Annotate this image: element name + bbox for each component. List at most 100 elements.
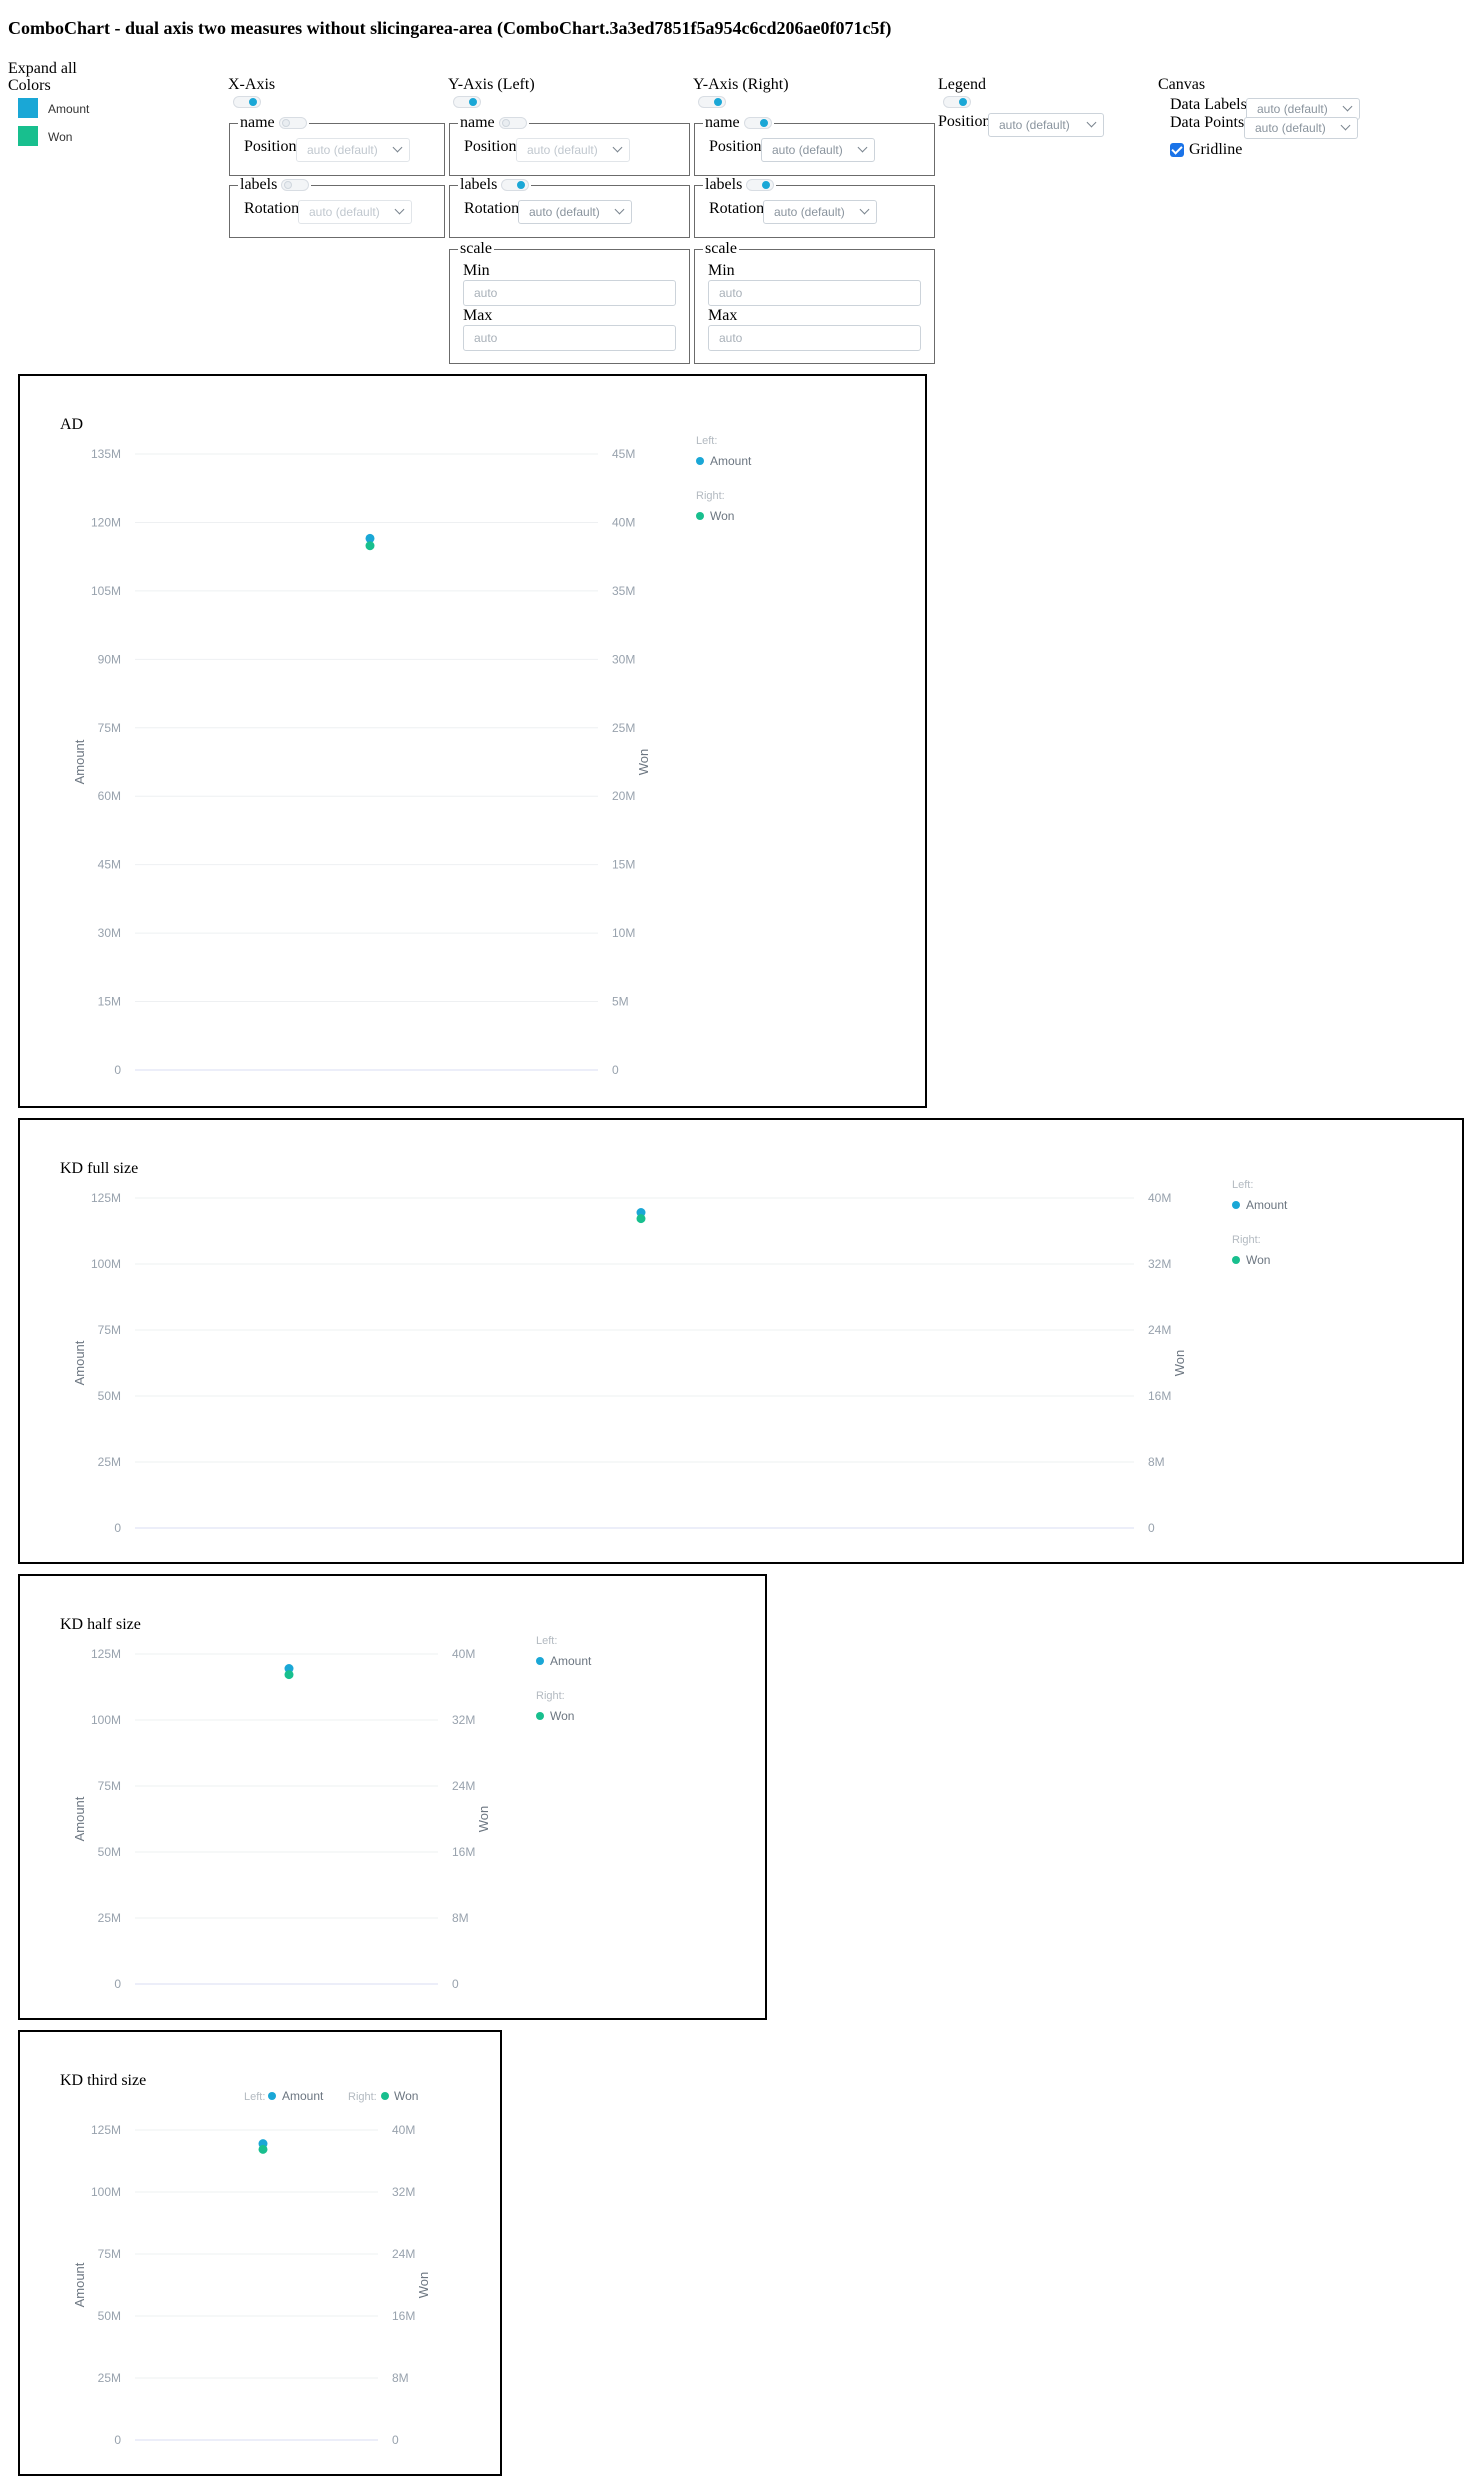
y-right-tick-label: 32M [392, 2185, 415, 2199]
legend-marker-amount [268, 2092, 276, 2100]
legend-toggle[interactable] [943, 96, 971, 108]
y-right-name-toggle[interactable] [743, 117, 772, 129]
y-right-tick-label: 8M [452, 1911, 469, 1925]
x-axis-toggle[interactable] [233, 96, 261, 108]
legend-right-heading: Right: [348, 2091, 377, 2103]
y-right-tick-label: 8M [392, 2371, 409, 2385]
legend-marker-won [381, 2092, 389, 2100]
legend-marker-won [1232, 1256, 1240, 1264]
legend-item-amount[interactable]: Amount [1246, 1198, 1288, 1212]
expand-all-button[interactable]: Expand all [8, 60, 77, 78]
legend-left-heading: Left: [1232, 1179, 1253, 1191]
y-left-tick-label: 100M [91, 1257, 121, 1271]
y-left-tick-label: 0 [114, 1977, 121, 1991]
chart-panel-ad: AD 0 0 15M 5M 30M 10M 45M 15M 60M 20M 75M 25M 90M 30M… [18, 374, 927, 1108]
legend-item-amount[interactable]: Amount [710, 454, 752, 468]
y-left-tick-label: 125M [91, 2123, 121, 2137]
y-left-tick-label: 15M [98, 995, 121, 1009]
y-left-toggle[interactable] [453, 96, 481, 108]
x-axis-labels-label: labels [240, 176, 278, 193]
legend-right-heading: Right: [696, 490, 725, 502]
colors-label: Colors [8, 77, 51, 94]
y-left-tick-label: 100M [91, 1713, 121, 1727]
y-left-title: Y-Axis (Left) [448, 76, 535, 93]
y-right-tick-label: 5M [612, 995, 629, 1009]
x-axis-position-select[interactable]: auto (default) [296, 138, 410, 162]
y-left-tick-label: 125M [91, 1647, 121, 1661]
legend-item-won[interactable]: Won [550, 1709, 574, 1723]
y-left-name-label: name [460, 114, 495, 131]
page-title: ComboChart - dual axis two measures with… [8, 18, 892, 38]
legend-item-won[interactable]: Won [710, 509, 734, 523]
y-left-name-toggle[interactable] [498, 117, 527, 129]
data-points-select[interactable]: auto (default) [1244, 117, 1358, 139]
y-right-min-input[interactable]: auto [708, 280, 921, 306]
y-left-tick-label: 60M [98, 789, 121, 803]
x-axis-name-toggle[interactable] [278, 117, 307, 129]
y-right-min-label: Min [708, 262, 735, 279]
y-left-tick-label: 25M [98, 1455, 121, 1469]
legend-item-amount[interactable]: Amount [282, 2089, 324, 2103]
chart-ad: 0 0 15M 5M 30M 10M 45M 15M 60M 20M 75M 25M 90M 30M 105… [72, 435, 752, 1077]
y-left-tick-label: 75M [98, 2247, 121, 2261]
y-right-tick-label: 8M [1148, 1455, 1165, 1469]
y-left-tick-label: 30M [98, 926, 121, 940]
y-right-tick-label: 16M [452, 1845, 475, 1859]
y-left-max-input[interactable]: auto [463, 325, 676, 351]
y-left-tick-label: 25M [98, 1911, 121, 1925]
data-point-won[interactable] [258, 2144, 268, 2154]
legend-item-amount[interactable]: Amount [550, 1654, 592, 1668]
gridline-label: Gridline [1189, 141, 1243, 158]
legend-marker-amount [1232, 1201, 1240, 1209]
y-right-axis-title: Won [636, 749, 651, 776]
y-right-tick-label: 45M [612, 447, 635, 461]
legend-left-heading: Left: [696, 435, 717, 447]
y-left-axis-title: Amount [72, 739, 87, 784]
y-left-min-label: Min [463, 262, 490, 279]
data-point-won[interactable] [284, 1670, 294, 1680]
y-left-position-select[interactable]: auto (default) [516, 138, 630, 162]
y-right-tick-label: 15M [612, 858, 635, 872]
y-right-tick-label: 0 [452, 1977, 459, 1991]
legend-position-select[interactable]: auto (default) [988, 113, 1104, 137]
legend-right-heading: Right: [536, 1690, 565, 1702]
data-point-won[interactable] [636, 1214, 646, 1224]
y-left-tick-label: 100M [91, 2185, 121, 2199]
y-right-tick-label: 24M [1148, 1323, 1171, 1337]
x-axis-rotation-select[interactable]: auto (default) [298, 200, 412, 224]
y-left-tick-label: 0 [114, 1063, 121, 1077]
x-axis-labels-toggle[interactable] [281, 179, 310, 191]
y-right-labels-label: labels [705, 176, 743, 193]
y-right-name-label: name [705, 114, 740, 131]
legend-item-won[interactable]: Won [394, 2089, 418, 2103]
y-left-rotation-select[interactable]: auto (default) [518, 200, 632, 224]
y-left-rotation-label: Rotation [464, 200, 520, 217]
chart-kd-third: 0 0 25M 8M 50M 16M 75M 24M 100M 32M 125M 40M Amount W… [72, 2089, 431, 2447]
y-right-max-input[interactable]: auto [708, 325, 921, 351]
color-swatch-won[interactable] [18, 126, 38, 146]
y-right-title: Y-Axis (Right) [693, 76, 789, 93]
y-left-labels-toggle[interactable] [501, 179, 530, 191]
legend-left-heading: Left: [536, 1635, 557, 1647]
y-left-max-label: Max [463, 307, 493, 324]
data-point-won[interactable] [365, 541, 375, 551]
y-right-tick-label: 25M [612, 721, 635, 735]
legend-item-won[interactable]: Won [1246, 1253, 1270, 1267]
y-right-tick-label: 32M [452, 1713, 475, 1727]
y-right-labels-toggle[interactable] [746, 179, 775, 191]
y-right-position-label: Position [709, 138, 762, 155]
y-left-min-input[interactable]: auto [463, 280, 676, 306]
y-left-tick-label: 105M [91, 584, 121, 598]
y-right-axis-title: Won [416, 2272, 431, 2299]
y-left-tick-label: 25M [98, 2371, 121, 2385]
y-right-tick-label: 10M [612, 926, 635, 940]
y-left-tick-label: 50M [98, 1845, 121, 1859]
y-right-rotation-select[interactable]: auto (default) [763, 200, 877, 224]
color-swatch-amount[interactable] [18, 98, 38, 118]
gridline-checkbox[interactable] [1170, 143, 1184, 157]
y-right-tick-label: 24M [452, 1779, 475, 1793]
y-left-tick-label: 125M [91, 1191, 121, 1205]
y-right-axis-title: Won [1172, 1350, 1187, 1377]
y-right-toggle[interactable] [698, 96, 726, 108]
y-right-position-select[interactable]: auto (default) [761, 138, 875, 162]
